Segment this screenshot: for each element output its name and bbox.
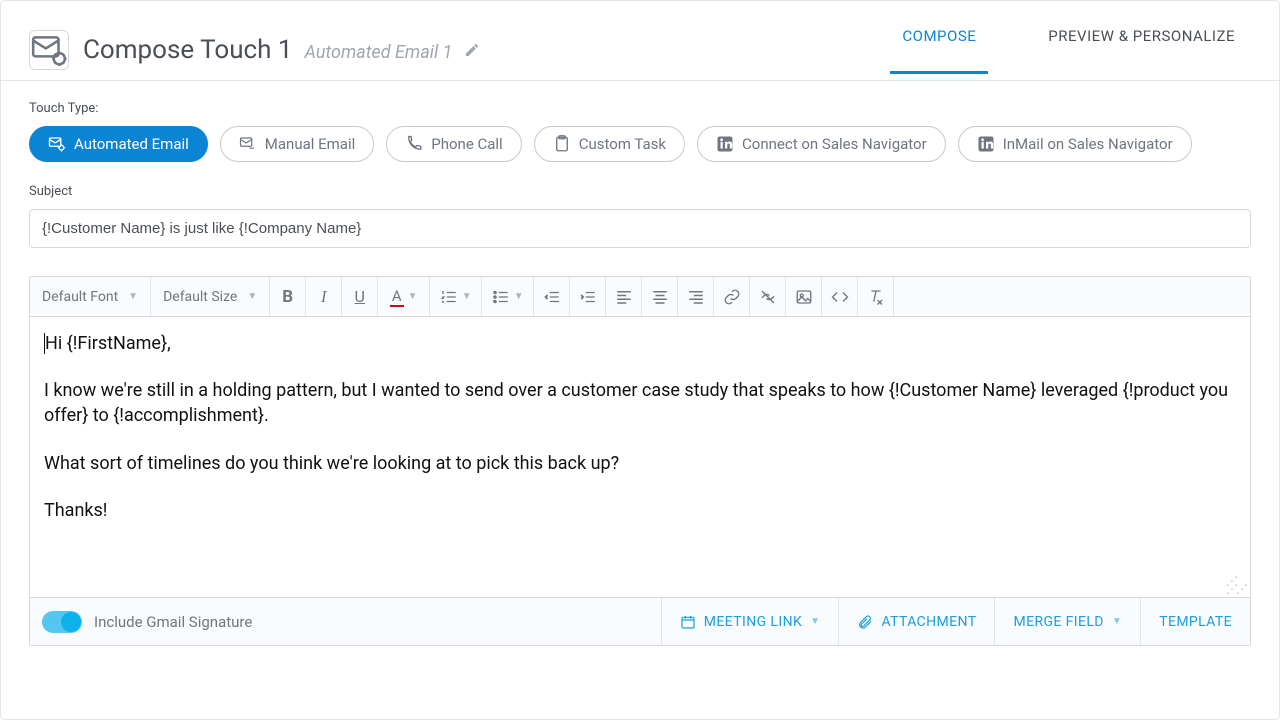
page-title: Compose Touch 1 [83,35,293,65]
gmail-signature-label: Include Gmail Signature [94,613,252,631]
font-dropdown-label: Default Font [42,289,118,305]
code-button[interactable] [822,277,858,316]
bold-button[interactable]: B [270,277,306,316]
paperclip-icon [857,614,873,630]
chevron-down-icon: ▼ [128,291,138,302]
chevron-down-icon: ▼ [1112,616,1122,627]
code-icon [831,288,849,306]
chevron-down-icon: ▼ [462,291,472,302]
pill-phone-call[interactable]: Phone Call [386,126,521,162]
link-button[interactable] [714,277,750,316]
meeting-link-button[interactable]: MEETING LINK ▼ [661,598,839,645]
pill-label: InMail on Sales Navigator [1003,135,1173,153]
align-left-icon [615,288,633,306]
unordered-list-button[interactable]: ▼ [482,277,534,316]
pill-label: Phone Call [431,135,502,153]
gmail-signature-toggle[interactable] [42,611,82,633]
image-button[interactable] [786,277,822,316]
attachment-button[interactable]: ATTACHMENT [838,598,994,645]
pill-label: Custom Task [579,135,666,153]
tabs: COMPOSE PREVIEW & PERSONALIZE [896,27,1251,73]
unordered-list-icon [492,288,510,306]
editor-body[interactable]: Hi {!FirstName}, I know we're still in a… [30,317,1250,597]
header: Compose Touch 1 Automated Email 1 COMPOS… [1,1,1279,81]
outdent-button[interactable] [534,277,570,316]
chevron-down-icon: ▼ [408,291,418,302]
pill-connect-sales-nav[interactable]: Connect on Sales Navigator [697,126,946,162]
merge-field-label: MERGE FIELD [1013,614,1103,630]
unlink-button[interactable] [750,277,786,316]
body-line: What sort of timelines do you think we'r… [44,451,1236,476]
align-right-icon [687,288,705,306]
tab-compose[interactable]: COMPOSE [896,27,982,73]
footer-actions: MEETING LINK ▼ ATTACHMENT MERGE FIELD ▼ … [661,598,1250,645]
title-wrap: Compose Touch 1 Automated Email 1 [83,35,480,65]
ordered-list-button[interactable]: ▼ [430,277,482,316]
size-dropdown-label: Default Size [163,289,237,305]
email-hand-icon [239,135,257,153]
gmail-signature-toggle-wrap: Include Gmail Signature [30,611,661,633]
touch-type-row: Automated Email Manual Email Phone Call … [29,126,1251,162]
resize-handle-icon[interactable]: ⋰⋰⋰ [1226,577,1246,593]
chevron-down-icon: ▼ [247,291,257,302]
editor-toolbar: Default Font ▼ Default Size ▼ B I U A▼ ▼ [30,277,1250,317]
link-icon [723,288,741,306]
align-right-button[interactable] [678,277,714,316]
text-color-button[interactable]: A▼ [378,277,430,316]
subject-input[interactable] [29,209,1251,248]
merge-field-button[interactable]: MERGE FIELD ▼ [994,598,1140,645]
meeting-link-label: MEETING LINK [704,614,802,630]
template-label: TEMPLATE [1159,614,1232,630]
pill-label: Manual Email [265,135,355,153]
pill-inmail-sales-nav[interactable]: InMail on Sales Navigator [958,126,1192,162]
email-gear-icon [29,30,69,70]
linkedin-icon [716,135,734,153]
underline-button[interactable]: U [342,277,378,316]
align-center-icon [651,288,669,306]
compose-touch-page: Compose Touch 1 Automated Email 1 COMPOS… [0,0,1280,720]
indent-icon [579,288,597,306]
clear-formatting-button[interactable] [858,277,894,316]
italic-button[interactable]: I [306,277,342,316]
page-subtitle: Automated Email 1 [305,42,453,63]
pill-automated-email[interactable]: Automated Email [29,126,208,162]
body-line: Hi {!FirstName}, [45,333,171,354]
chevron-down-icon: ▼ [810,616,820,627]
touch-type-label: Touch Type: [29,101,1251,116]
template-button[interactable]: TEMPLATE [1140,598,1250,645]
calendar-icon [680,614,696,630]
clipboard-icon [553,135,571,153]
body-line: Thanks! [44,498,1236,523]
pill-custom-task[interactable]: Custom Task [534,126,685,162]
align-left-button[interactable] [606,277,642,316]
body-line: I know we're still in a holding pattern,… [44,378,1236,428]
ordered-list-icon [440,288,458,306]
pill-label: Connect on Sales Navigator [742,135,927,153]
pill-manual-email[interactable]: Manual Email [220,126,374,162]
subject-label: Subject [29,184,1251,199]
linkedin-icon [977,135,995,153]
editor-footer: Include Gmail Signature MEETING LINK ▼ A… [30,597,1250,645]
font-dropdown[interactable]: Default Font ▼ [30,277,151,316]
attachment-label: ATTACHMENT [881,614,976,630]
pencil-icon[interactable] [464,42,480,58]
pill-label: Automated Email [74,135,189,153]
align-center-button[interactable] [642,277,678,316]
size-dropdown[interactable]: Default Size ▼ [151,277,270,316]
editor-shell: Default Font ▼ Default Size ▼ B I U A▼ ▼ [29,276,1251,646]
clear-format-icon [867,288,885,306]
unlink-icon [759,288,777,306]
phone-icon [405,135,423,153]
chevron-down-icon: ▼ [514,291,524,302]
indent-button[interactable] [570,277,606,316]
outdent-icon [543,288,561,306]
email-gear-icon [48,135,66,153]
body-area: Touch Type: Automated Email Manual Email… [1,81,1279,646]
tab-preview-personalize[interactable]: PREVIEW & PERSONALIZE [1042,27,1241,73]
header-left: Compose Touch 1 Automated Email 1 [29,30,480,70]
image-icon [795,288,813,306]
